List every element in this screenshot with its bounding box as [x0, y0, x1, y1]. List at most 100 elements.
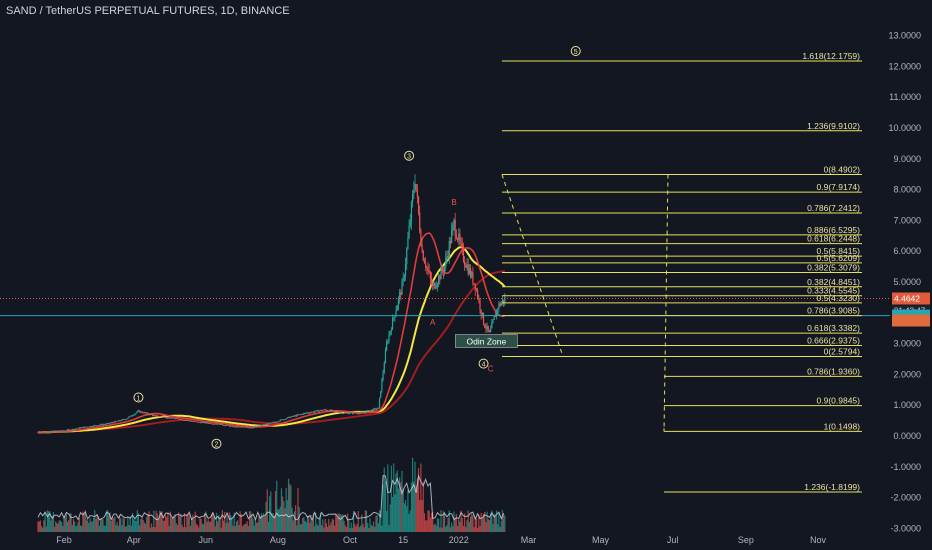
- candle-body: [233, 426, 235, 428]
- candle-body: [140, 411, 142, 413]
- volume-bar: [198, 527, 200, 532]
- volume-bar: [446, 525, 448, 532]
- candle-body: [423, 260, 426, 264]
- volume-bar: [194, 511, 196, 532]
- volume-bar: [376, 515, 378, 532]
- candle-body: [363, 412, 365, 413]
- volume-bar: [89, 517, 91, 532]
- candle-body: [270, 422, 272, 424]
- volume-bar: [232, 525, 234, 532]
- candle-body: [504, 296, 506, 303]
- candle-body: [381, 379, 383, 392]
- volume-bar: [456, 526, 459, 532]
- candle-body: [487, 325, 489, 331]
- volume-bar: [325, 523, 327, 532]
- volume-bar: [61, 522, 63, 532]
- volume-bar: [239, 511, 241, 532]
- candle-body: [237, 426, 239, 428]
- candle-body: [434, 283, 436, 289]
- volume-bar: [53, 526, 56, 532]
- volume-bar: [250, 511, 252, 532]
- volume-bar: [278, 509, 280, 532]
- wave-label-number: 4: [482, 362, 486, 369]
- candle-body: [252, 427, 254, 429]
- candle-body: [458, 233, 460, 241]
- candle-body: [352, 412, 355, 414]
- candle-body: [477, 290, 479, 299]
- candle-body: [131, 415, 134, 417]
- candle-body: [357, 413, 359, 415]
- candle-body: [315, 410, 317, 412]
- candle-body: [335, 411, 337, 412]
- candle-body: [154, 414, 156, 416]
- volume-bar: [44, 512, 46, 532]
- candle-body: [378, 397, 381, 408]
- candle-body: [394, 316, 396, 318]
- candle-body: [49, 431, 51, 433]
- candle-body: [53, 431, 56, 432]
- candle-body: [258, 425, 260, 427]
- volume-bar: [152, 526, 154, 532]
- volume-bar: [436, 518, 439, 532]
- candle-body: [452, 224, 454, 231]
- candle-body: [304, 412, 306, 414]
- candle-body: [328, 410, 330, 412]
- volume-bar: [427, 510, 429, 532]
- candle-body: [165, 416, 167, 418]
- volume-bar: [452, 526, 454, 532]
- volume-bar: [428, 510, 430, 532]
- volume-bar: [52, 512, 54, 532]
- candle-body: [494, 316, 496, 318]
- candle-body: [194, 421, 196, 422]
- volume-bar: [435, 525, 437, 532]
- candle-body: [253, 426, 255, 428]
- candle-body: [205, 422, 207, 424]
- volume-bar: [37, 521, 39, 532]
- volume-bar: [101, 518, 103, 532]
- candle-body: [226, 424, 228, 426]
- volume-bar: [344, 525, 346, 532]
- candle-body: [427, 267, 429, 271]
- candle-body: [348, 413, 350, 415]
- candle-body: [291, 416, 293, 417]
- candle-body: [439, 275, 441, 280]
- candle-body: [271, 422, 273, 424]
- price-chart[interactable]: 13.000012.000011.000010.00009.00008.0000…: [0, 0, 932, 550]
- candle-body: [122, 419, 124, 421]
- candle-body: [120, 420, 122, 422]
- volume-bar: [77, 521, 79, 532]
- candle-body: [192, 421, 194, 422]
- x-tick-label: Aug: [270, 535, 286, 545]
- candle-body: [240, 426, 242, 428]
- volume-bar: [136, 510, 138, 532]
- candle-body: [324, 409, 326, 411]
- volume-bar: [357, 510, 359, 532]
- candle-body: [341, 412, 343, 414]
- candle-body: [310, 412, 312, 414]
- candle-body: [212, 423, 214, 425]
- volume-bar: [274, 491, 277, 532]
- y-tick-label: -1.0000: [890, 462, 921, 472]
- volume-bar: [316, 523, 318, 532]
- volume-bar: [348, 519, 350, 532]
- candle-body: [368, 410, 370, 412]
- candle-body: [152, 414, 154, 416]
- volume-bar: [172, 518, 174, 532]
- volume-bar: [185, 527, 187, 532]
- candle-body: [429, 272, 431, 279]
- candle-body: [87, 426, 89, 428]
- volume-bar: [349, 527, 351, 532]
- volume-bar: [393, 463, 395, 532]
- candle-body: [351, 412, 353, 414]
- candle-body: [40, 432, 43, 434]
- candle-body: [85, 426, 88, 428]
- candle-body: [322, 410, 324, 412]
- candle-body: [465, 264, 467, 268]
- candle-body: [336, 411, 338, 413]
- candle-body: [173, 418, 175, 419]
- volume-bar: [91, 521, 93, 532]
- candle-body: [435, 286, 437, 289]
- volume-bar: [458, 519, 460, 532]
- candle-body: [115, 421, 117, 423]
- volume-bar: [438, 518, 440, 532]
